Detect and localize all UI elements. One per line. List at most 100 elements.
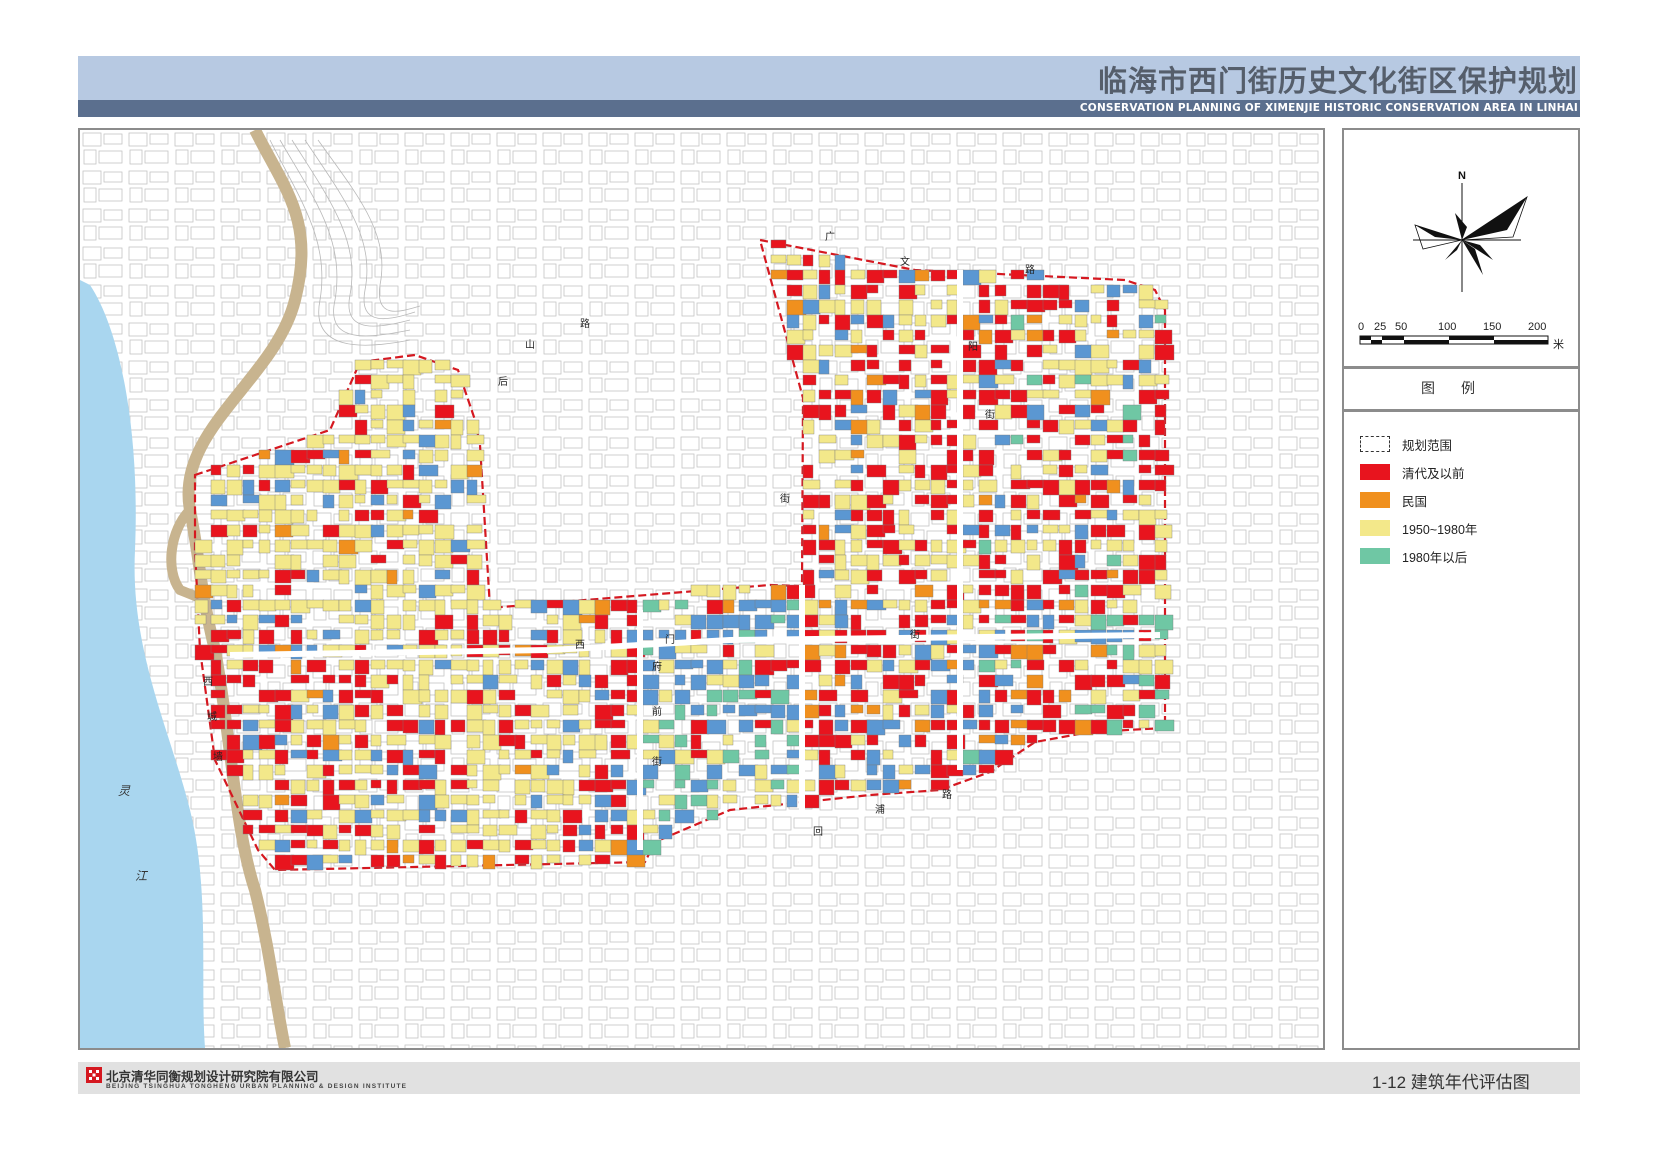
building-block xyxy=(1010,509,1022,521)
building-block xyxy=(354,524,374,539)
building-block xyxy=(866,734,879,746)
building-block xyxy=(738,689,758,700)
building-block xyxy=(978,449,995,466)
building-block xyxy=(1010,299,1030,310)
legend-item: 清代及以前 xyxy=(1360,462,1465,482)
building-block xyxy=(658,644,677,660)
building-block xyxy=(466,689,486,705)
building-block xyxy=(882,719,901,730)
building-block xyxy=(1026,659,1045,671)
building-block xyxy=(786,794,798,808)
building-block xyxy=(1026,314,1043,324)
building-block xyxy=(690,779,709,793)
building-block xyxy=(1090,434,1106,446)
building-block xyxy=(194,569,214,580)
building-block xyxy=(674,644,692,654)
building-block xyxy=(386,779,398,795)
building-block xyxy=(226,479,243,496)
building-block xyxy=(370,569,388,584)
building-block xyxy=(1106,719,1123,736)
building-block xyxy=(226,659,244,670)
building-block xyxy=(370,749,383,762)
building-block xyxy=(962,389,977,400)
building-block xyxy=(834,419,853,431)
building-block xyxy=(866,539,884,549)
building-block xyxy=(898,434,917,451)
building-block xyxy=(930,689,950,705)
building-block xyxy=(242,614,259,631)
building-block xyxy=(1074,494,1087,504)
building-block xyxy=(834,659,851,675)
building-block xyxy=(546,599,565,609)
building-block xyxy=(1122,329,1137,339)
legend-item: 1980年以后 xyxy=(1360,546,1467,566)
building-block xyxy=(242,659,259,672)
building-block xyxy=(594,704,614,721)
building-block xyxy=(898,374,910,390)
building-block xyxy=(402,584,417,594)
building-block xyxy=(290,839,306,849)
river-label: 江 xyxy=(135,869,149,883)
building-block xyxy=(1026,554,1041,571)
building-block xyxy=(1090,674,1106,688)
building-block xyxy=(594,809,609,823)
building-block xyxy=(866,569,883,582)
building-block xyxy=(402,509,414,520)
building-block xyxy=(354,509,370,522)
building-block xyxy=(322,629,341,640)
building-block xyxy=(290,509,305,524)
building-block xyxy=(1106,599,1118,609)
building-block xyxy=(210,689,226,699)
building-block xyxy=(338,704,355,721)
building-block xyxy=(434,434,450,449)
building-block xyxy=(386,614,402,630)
building-block xyxy=(370,404,386,420)
building-block xyxy=(498,659,512,675)
building-block xyxy=(898,614,911,629)
building-block xyxy=(1010,314,1025,331)
building-block xyxy=(242,719,259,732)
building-block xyxy=(1010,704,1024,714)
building-block xyxy=(370,689,384,704)
building-block xyxy=(946,479,958,489)
building-block xyxy=(834,539,846,556)
company-name-en: BEIJING TSINGHUA TONGHENG URBAN PLANNING… xyxy=(106,1083,408,1090)
building-block xyxy=(514,704,532,717)
building-block xyxy=(386,569,398,585)
building-block xyxy=(338,524,357,538)
building-block xyxy=(818,314,830,325)
building-block xyxy=(610,719,626,729)
building-block xyxy=(882,479,900,496)
building-block xyxy=(706,809,719,821)
building-block xyxy=(962,269,982,286)
building-block xyxy=(850,734,866,746)
building-block xyxy=(962,719,978,730)
building-block xyxy=(1058,614,1075,624)
building-block xyxy=(194,614,207,625)
building-block xyxy=(674,794,688,810)
building-block xyxy=(978,689,991,704)
building-block xyxy=(402,659,416,672)
building-block xyxy=(770,584,787,601)
building-block xyxy=(546,809,561,823)
building-block xyxy=(818,344,834,357)
building-block xyxy=(370,854,385,868)
building-block xyxy=(1154,479,1167,492)
building-block xyxy=(770,794,782,807)
building-block xyxy=(978,659,996,673)
building-block xyxy=(802,539,817,556)
building-block xyxy=(1026,524,1039,534)
building-block xyxy=(1074,434,1091,446)
building-block xyxy=(898,599,911,611)
building-block xyxy=(1010,659,1022,669)
building-block xyxy=(978,599,990,609)
map-panel[interactable]: 广 文 路 路 山 后 街 阳 街 西 门 街 府 前 街 西 城 墙 回 浦 … xyxy=(78,128,1325,1050)
building-block xyxy=(770,719,784,735)
building-block xyxy=(834,389,852,400)
building-block xyxy=(1042,479,1060,496)
building-block xyxy=(818,254,831,268)
building-block xyxy=(242,509,259,519)
building-block xyxy=(386,839,399,854)
building-block xyxy=(1138,644,1157,658)
building-block xyxy=(514,734,526,750)
